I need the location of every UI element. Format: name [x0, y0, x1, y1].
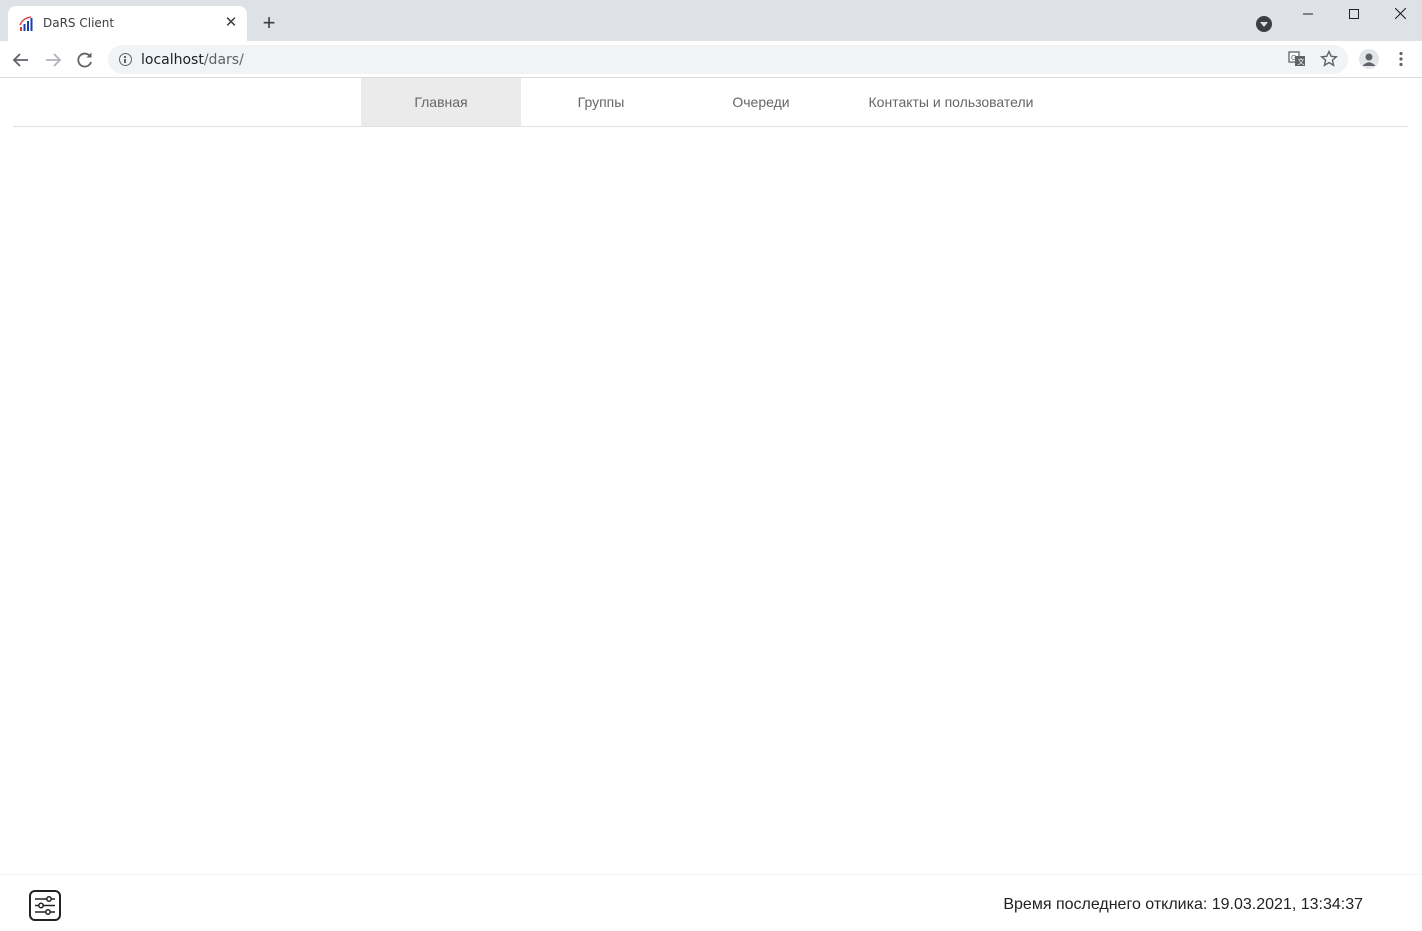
svg-text:文: 文 [1298, 57, 1305, 66]
tab-contacts-users[interactable]: Контакты и пользователи [841, 78, 1061, 126]
tab-queues[interactable]: Очереди [681, 78, 841, 126]
profile-avatar[interactable] [1359, 49, 1379, 69]
tab-main[interactable]: Главная [361, 78, 521, 126]
minimize-button[interactable] [1285, 0, 1331, 30]
browser-toolbar: localhost/dars/ G 文 [0, 41, 1422, 78]
url-path: /dars/ [203, 52, 244, 68]
tab-search-icon[interactable] [1256, 16, 1272, 32]
maximize-icon [1349, 9, 1359, 19]
back-arrow-icon[interactable] [10, 49, 32, 71]
browser-tab[interactable]: DaRS Client ✕ [8, 6, 247, 41]
settings-button[interactable] [29, 890, 61, 921]
tab-title: DaRS Client [43, 16, 115, 30]
sliders-icon [35, 896, 55, 915]
kebab-menu-icon[interactable] [1391, 49, 1411, 69]
last-response-status: Время последнего отклика: 19.03.2021, 13… [1003, 896, 1363, 913]
new-tab-button[interactable]: + [258, 12, 280, 35]
reload-icon[interactable] [74, 49, 96, 71]
tab-groups[interactable]: Группы [521, 78, 681, 126]
main-navigation: Главная Группы Очереди Контакты и пользо… [13, 78, 1408, 127]
url-text: localhost/dars/ [141, 52, 244, 68]
forward-arrow-icon[interactable] [42, 49, 64, 71]
signal-bars-icon [19, 16, 33, 31]
close-icon [1394, 7, 1406, 20]
main-content [0, 128, 1422, 874]
site-info-icon[interactable] [119, 53, 132, 66]
url-host: localhost [141, 52, 204, 68]
translate-icon[interactable]: G 文 [1287, 49, 1307, 69]
svg-text:G: G [1291, 54, 1296, 62]
footer: Время последнего отклика: 19.03.2021, 13… [0, 874, 1422, 931]
minimize-icon [1303, 13, 1313, 15]
tab-close-icon[interactable]: ✕ [224, 15, 238, 30]
bookmark-star-icon[interactable] [1319, 49, 1339, 69]
window-close-button[interactable] [1377, 0, 1422, 30]
person-icon [1362, 53, 1376, 66]
maximize-button[interactable] [1331, 0, 1377, 30]
browser-tab-strip: DaRS Client ✕ + [0, 0, 1422, 41]
address-bar[interactable]: localhost/dars/ [108, 45, 1348, 74]
